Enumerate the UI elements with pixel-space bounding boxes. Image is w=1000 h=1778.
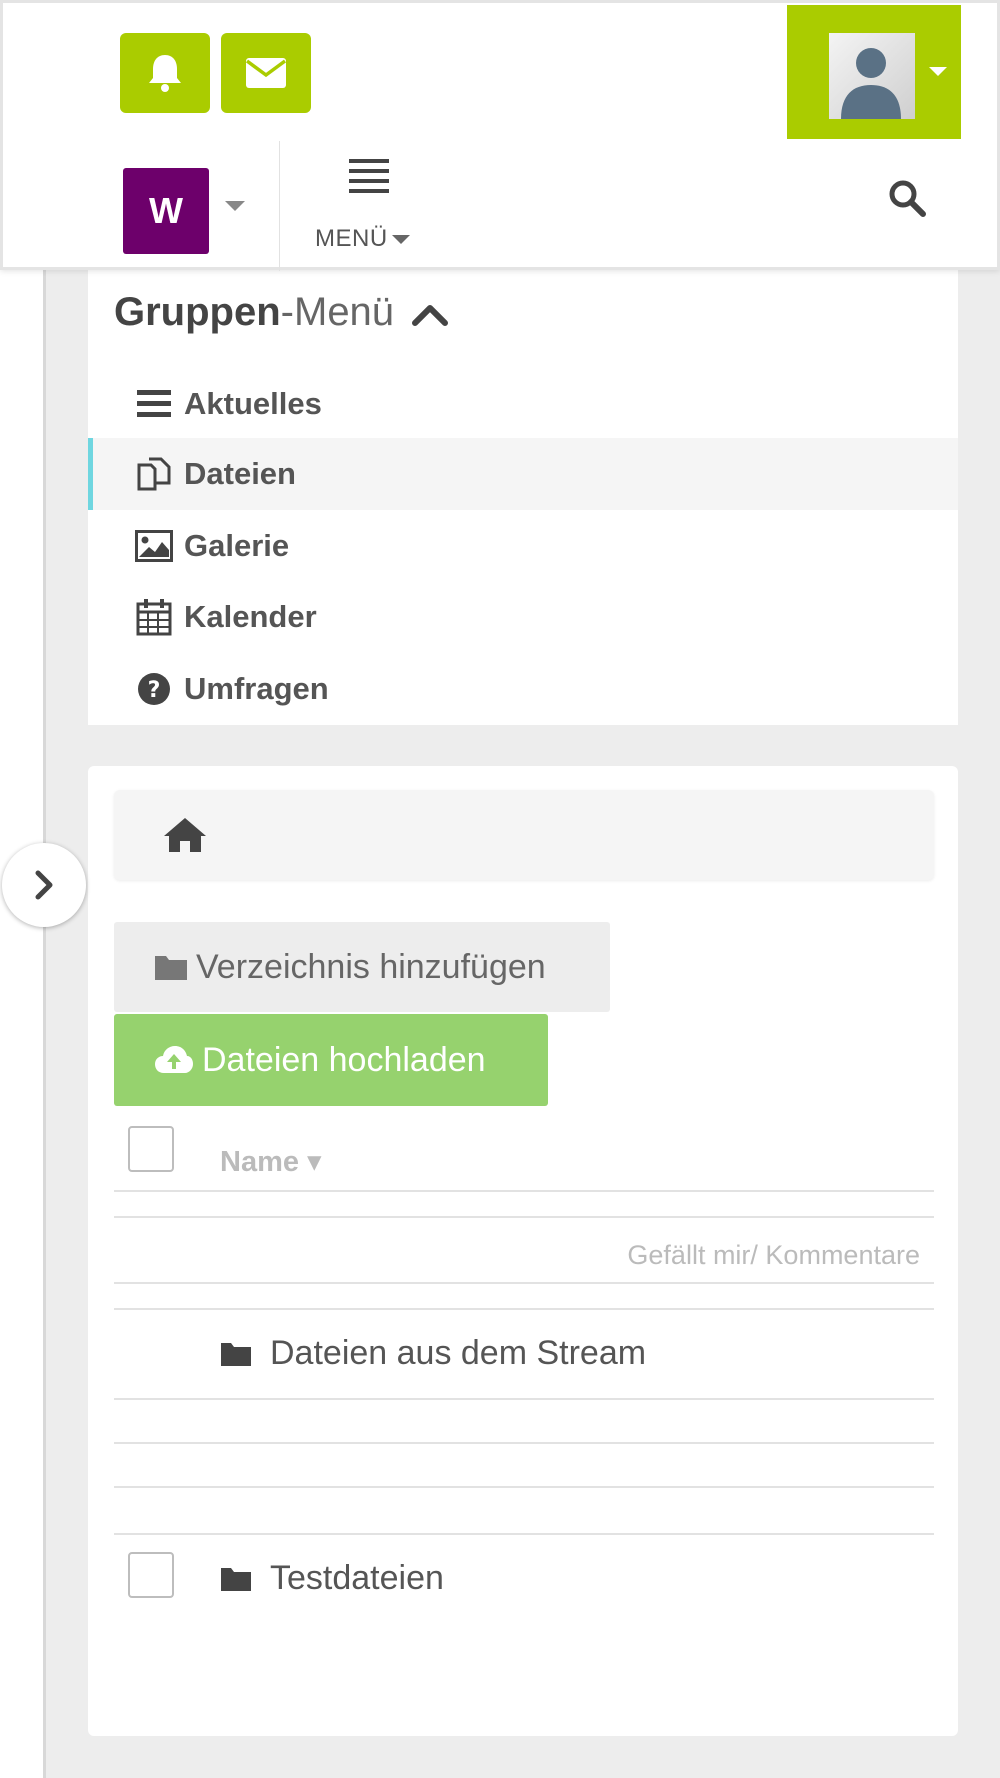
sidebar-item-kalender[interactable]: Kalender	[88, 581, 958, 653]
main-menu-button[interactable]: MENÜ	[311, 153, 421, 263]
top-navigation-bar: W MENÜ	[0, 0, 1000, 271]
table-divider	[114, 1216, 934, 1218]
svg-text:?: ?	[148, 678, 161, 703]
table-divider	[114, 1282, 934, 1284]
table-row-folder[interactable]: Dateien aus dem Stream	[220, 1334, 646, 1373]
add-directory-label: Verzeichnis hinzufügen	[196, 947, 546, 986]
table-divider	[114, 1533, 934, 1535]
group-menu-title[interactable]: Gruppen-Menü	[114, 290, 449, 335]
chevron-up-icon	[412, 305, 449, 327]
sidebar-item-label: Dateien	[184, 456, 296, 491]
search-icon	[889, 180, 926, 217]
space-dropdown-caret-icon[interactable]	[225, 201, 245, 211]
user-silhouette-icon	[841, 48, 901, 119]
group-menu-title-light: -Menü	[280, 290, 395, 334]
cloud-upload-icon	[154, 1045, 194, 1075]
sidebar-item-label: Galerie	[184, 528, 290, 563]
search-button[interactable]	[887, 178, 935, 226]
sidebar-item-label: Aktuelles	[184, 386, 322, 421]
table-divider	[114, 1442, 934, 1444]
home-icon[interactable]	[162, 816, 208, 854]
caret-down-icon	[391, 235, 410, 245]
sidebar-item-aktuelles[interactable]: Aktuelles	[88, 368, 958, 440]
table-divider	[114, 1308, 934, 1310]
folder-name[interactable]: Testdateien	[270, 1559, 444, 1598]
space-chooser-button[interactable]: W	[123, 168, 209, 254]
folder-name[interactable]: Dateien aus dem Stream	[270, 1334, 646, 1373]
list-icon	[134, 384, 174, 424]
image-icon	[134, 526, 174, 566]
row-checkbox[interactable]	[128, 1552, 174, 1598]
column-header-likes-comments: Gefällt mir/ Kommentare	[627, 1240, 920, 1270]
files-panel: Verzeichnis hinzufügen Dateien hochladen…	[88, 766, 958, 1736]
sidebar-toggle-button[interactable]	[2, 843, 86, 927]
notifications-button[interactable]	[120, 33, 210, 113]
sidebar-item-galerie[interactable]: Galerie	[88, 510, 958, 582]
upload-files-label: Dateien hochladen	[202, 1040, 486, 1079]
chevron-right-icon	[35, 870, 53, 900]
avatar	[829, 33, 915, 119]
table-row-folder[interactable]: Testdateien	[220, 1559, 444, 1598]
folder-icon	[154, 953, 188, 981]
add-directory-button[interactable]: Verzeichnis hinzufügen	[114, 922, 610, 1012]
files-icon	[134, 454, 174, 494]
sidebar-item-label: Kalender	[184, 599, 317, 634]
bell-icon	[149, 55, 181, 92]
sidebar-item-dateien[interactable]: Dateien	[88, 438, 958, 510]
group-menu-panel: Gruppen-Menü Aktuelles Dateien Galerie K…	[88, 270, 958, 725]
space-initial: W	[149, 190, 183, 231]
calendar-icon	[134, 597, 174, 637]
hamburger-icon	[349, 159, 389, 193]
messages-button[interactable]	[221, 33, 311, 113]
breadcrumb	[114, 790, 934, 880]
chevron-down-icon	[929, 67, 947, 76]
envelope-icon	[245, 58, 287, 88]
folder-icon	[220, 1341, 252, 1367]
sort-desc-icon: ▾	[299, 1146, 322, 1178]
sidebar-item-label: Umfragen	[184, 671, 329, 706]
group-menu-title-bold: Gruppen	[114, 290, 281, 334]
table-divider	[114, 1398, 934, 1400]
sidebar-item-umfragen[interactable]: ? Umfragen	[88, 653, 958, 725]
column-header-name[interactable]: Name ▾	[220, 1144, 322, 1179]
menu-label: MENÜ	[315, 225, 388, 252]
table-divider	[114, 1486, 934, 1488]
select-all-checkbox[interactable]	[128, 1126, 174, 1172]
table-divider	[114, 1190, 934, 1192]
sidebar-rail	[0, 270, 46, 1778]
question-circle-icon: ?	[134, 669, 174, 709]
folder-icon	[220, 1566, 252, 1592]
header-divider	[279, 141, 280, 271]
upload-files-button[interactable]: Dateien hochladen	[114, 1014, 548, 1106]
user-account-menu[interactable]	[787, 5, 961, 139]
